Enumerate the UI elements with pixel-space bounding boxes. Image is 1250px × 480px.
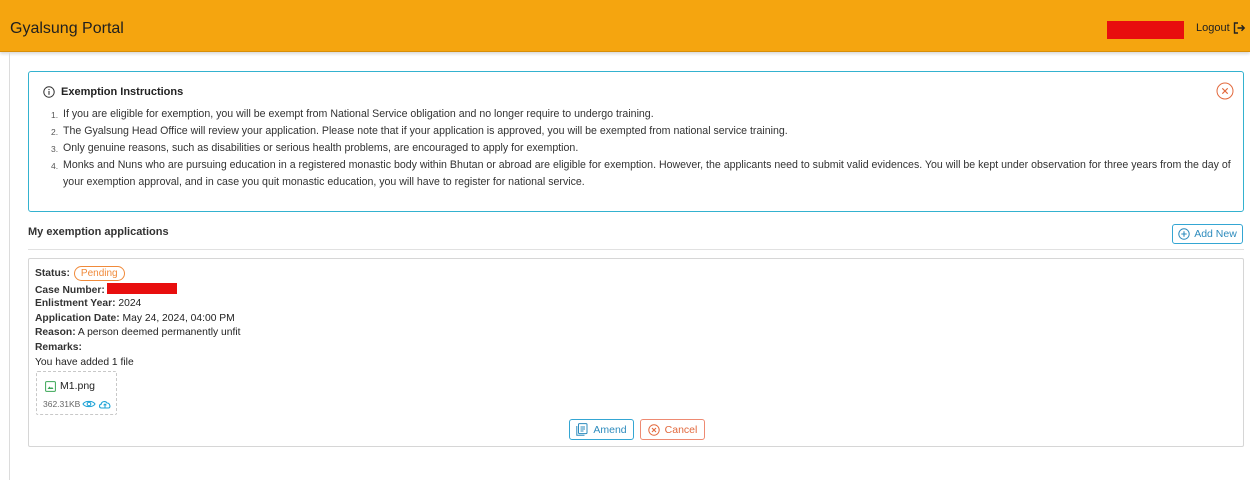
logout-icon [1233,22,1245,34]
file-size: 362.31KB [43,399,81,409]
status-badge: Pending [73,266,125,281]
image-file-icon [45,380,56,392]
application-date-row: Application Date: May 24, 2024, 04:00 PM [35,313,235,324]
logout-button[interactable]: Logout [1196,22,1246,34]
case-number-row: Case Number: [35,283,177,296]
instructions-list: 1. If you are eligible for exemption, you… [51,106,1233,191]
application-card: Status: Pending Case Number: Enlistment Y… [28,258,1244,447]
instruction-item: 1. If you are eligible for exemption, you… [51,108,654,120]
instructions-title: Exemption Instructions [61,86,184,98]
logout-label: Logout [1196,22,1230,34]
files-note: You have added 1 file [35,357,134,368]
app-title: Gyalsung Portal [10,20,124,37]
file-attachment: M1.png 362.31KB [36,371,117,415]
instruction-item: 3. Only genuine reasons, such as disabili… [51,142,579,154]
exemption-instructions-panel: Exemption Instructions 1. If you are elig… [28,71,1244,212]
remarks-row: Remarks: [35,342,82,353]
instruction-item: 4. Monks and Nuns who are pursuing educat… [51,159,1231,188]
instructions-heading: Exemption Instructions [43,86,183,98]
close-icon[interactable] [1216,82,1234,100]
cancel-button[interactable]: Cancel [640,419,705,440]
enlistment-year-row: Enlistment Year: 2024 [35,298,142,309]
plus-circle-icon [1178,228,1190,240]
status-row: Status: Pending [35,266,125,281]
eye-icon[interactable] [82,399,96,409]
close-circle-icon [647,423,660,436]
redacted-username [1107,21,1184,39]
cloud-upload-icon[interactable] [98,399,112,409]
amend-button[interactable]: Amend [569,419,634,440]
reason-row: Reason: A person deemed permanently unfi… [35,327,241,338]
left-divider [9,53,10,480]
top-navbar: Gyalsung Portal Logout [0,0,1250,52]
redacted-case-number [106,283,177,294]
instruction-item: 2. The Gyalsung Head Office will review y… [51,125,788,137]
info-icon [43,86,55,98]
add-new-button[interactable]: Add New [1172,224,1243,244]
section-title: My exemption applications [28,226,169,238]
file-name: M1.png [60,380,96,392]
document-edit-icon [576,423,588,436]
section-divider [28,249,1244,250]
